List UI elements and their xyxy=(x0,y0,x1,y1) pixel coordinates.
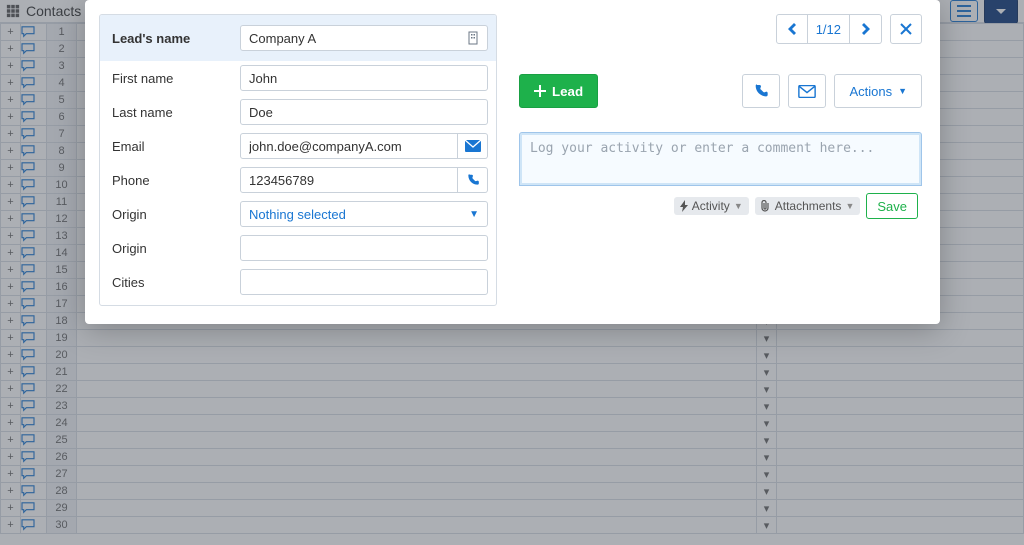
activity-input[interactable] xyxy=(519,132,922,186)
phone-icon-button[interactable] xyxy=(458,167,488,193)
cities-input[interactable] xyxy=(240,269,488,295)
building-icon xyxy=(466,31,480,45)
label-email: Email xyxy=(112,139,230,154)
bolt-icon xyxy=(680,200,688,212)
first-name-input[interactable] xyxy=(240,65,488,91)
activity-type-chip[interactable]: Activity ▼ xyxy=(674,197,749,215)
activity-chip-label: Activity xyxy=(692,199,730,213)
plus-icon xyxy=(534,85,546,97)
origin-select-value: Nothing selected xyxy=(249,207,346,222)
activity-box: Activity ▼ Attachments ▼ Save xyxy=(519,132,922,223)
label-first-name: First name xyxy=(112,71,230,86)
actions-dropdown[interactable]: Actions ▼ xyxy=(834,74,922,108)
label-origin-text: Origin xyxy=(112,241,230,256)
envelope-icon xyxy=(465,140,481,152)
phone-icon xyxy=(466,173,480,187)
close-button[interactable] xyxy=(890,14,922,44)
email-icon-button[interactable] xyxy=(458,133,488,159)
call-button[interactable] xyxy=(742,74,780,108)
caret-down-icon: ▼ xyxy=(845,201,854,211)
lead-name-input[interactable] xyxy=(240,25,488,51)
pager-position: 1/12 xyxy=(808,14,850,44)
origin-select[interactable]: Nothing selected ▼ xyxy=(240,201,488,227)
label-phone: Phone xyxy=(112,173,230,188)
create-lead-button[interactable]: Lead xyxy=(519,74,598,108)
email-button[interactable] xyxy=(788,74,826,108)
pager-next-button[interactable] xyxy=(850,14,882,44)
create-lead-label: Lead xyxy=(552,84,583,99)
chevron-right-icon xyxy=(862,23,870,35)
label-origin-select: Origin xyxy=(112,207,230,222)
pager: 1/12 xyxy=(776,14,882,44)
save-label: Save xyxy=(877,199,907,214)
caret-down-icon: ▼ xyxy=(898,86,907,96)
lead-modal: 1/12 Lead's name xyxy=(85,0,940,324)
attachments-chip-label: Attachments xyxy=(775,199,842,213)
close-icon xyxy=(900,23,912,35)
label-cities: Cities xyxy=(112,275,230,290)
phone-input[interactable] xyxy=(240,167,458,193)
label-lead-name: Lead's name xyxy=(112,31,230,46)
caret-down-icon: ▼ xyxy=(469,209,479,220)
chevron-left-icon xyxy=(788,23,796,35)
label-last-name: Last name xyxy=(112,105,230,120)
attachments-chip[interactable]: Attachments ▼ xyxy=(755,197,861,215)
envelope-icon xyxy=(798,85,816,98)
last-name-input[interactable] xyxy=(240,99,488,125)
paperclip-icon xyxy=(761,200,771,212)
save-button[interactable]: Save xyxy=(866,193,918,219)
email-input[interactable] xyxy=(240,133,458,159)
pager-prev-button[interactable] xyxy=(776,14,808,44)
phone-icon xyxy=(753,83,769,99)
lead-form: Lead's name First name Last name xyxy=(99,14,497,306)
origin-input[interactable] xyxy=(240,235,488,261)
actions-label: Actions xyxy=(849,84,892,99)
caret-down-icon: ▼ xyxy=(734,201,743,211)
